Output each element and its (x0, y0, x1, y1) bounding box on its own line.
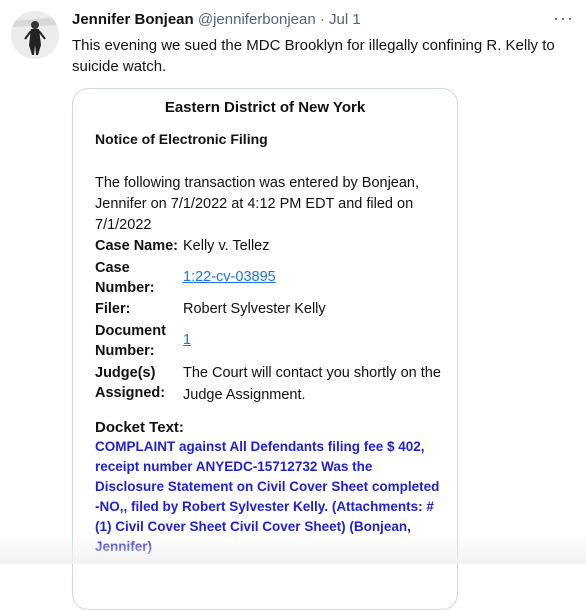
case-number-label: Case Number: (95, 258, 183, 298)
judge-label: Judge(s) Assigned: (95, 363, 183, 403)
document-number-link[interactable]: 1 (183, 329, 443, 351)
case-name-value: Kelly v. Tellez (183, 238, 270, 254)
bottom-fade (0, 535, 586, 564)
case-number-link[interactable]: 1:22-cv-03895 (183, 266, 443, 288)
judge-label-line2: Assigned: (95, 385, 166, 401)
tweet-header: Jennifer Bonjean @jenniferbonjean · Jul … (72, 11, 361, 28)
transaction-intro: The following transaction was entered by… (95, 175, 420, 233)
case-number-label-line2: Number: (95, 280, 155, 296)
docket-text-title: Docket Text: (95, 419, 184, 436)
document-number-label-line1: Document (95, 323, 166, 339)
author-name[interactable]: Jennifer Bonjean (72, 11, 194, 28)
attached-image-card[interactable]: Eastern District of New York Notice of E… (72, 88, 458, 610)
tweet-text: This evening we sued the MDC Brooklyn fo… (72, 37, 555, 75)
case-number-label-line1: Case (95, 260, 130, 276)
notice-heading: Notice of Electronic Filing (95, 131, 268, 147)
tweet-date[interactable]: Jul 1 (329, 11, 361, 28)
avatar[interactable] (11, 11, 59, 59)
judge-label-line1: Judge(s) (95, 365, 156, 381)
filer-label: Filer: (95, 301, 131, 317)
avatar-photo (11, 11, 59, 59)
author-handle[interactable]: @jenniferbonjean (198, 11, 316, 28)
judge-value: The Court will contact you shortly on th… (183, 365, 441, 403)
more-horizontal-icon[interactable]: ··· (553, 8, 574, 29)
separator-dot: · (319, 11, 325, 28)
case-name-label: Case Name: (95, 238, 179, 254)
court-name: Eastern District of New York (164, 99, 366, 116)
document-number-label: Document Number: (95, 321, 183, 361)
filer-value: Robert Sylvester Kelly (183, 301, 326, 317)
document-number-label-line2: Number: (95, 343, 155, 359)
